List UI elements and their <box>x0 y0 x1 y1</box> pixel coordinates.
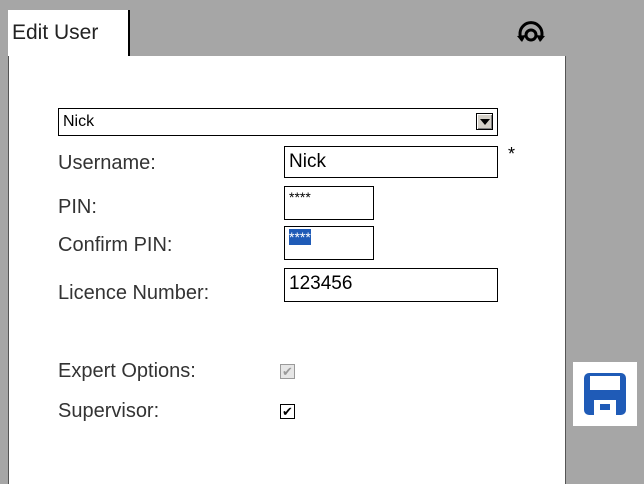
required-marker: * <box>508 144 516 164</box>
expert-options-label: Expert Options: <box>58 360 196 382</box>
user-select[interactable]: Nick <box>58 108 498 136</box>
save-button[interactable] <box>573 362 637 426</box>
chevron-down-icon[interactable] <box>476 113 493 130</box>
supervisor-label: Supervisor: <box>58 400 160 422</box>
licence-number-label: Licence Number: <box>58 282 210 304</box>
username-label: Username: <box>58 152 156 174</box>
user-select-value: Nick <box>63 113 95 130</box>
sync-icon[interactable] <box>512 18 550 50</box>
pin-field[interactable]: **** <box>284 186 374 220</box>
username-value: Nick <box>289 151 326 172</box>
tab-label: Edit User <box>12 21 99 44</box>
username-field[interactable]: Nick <box>284 146 498 178</box>
licence-number-field[interactable]: 123456 <box>284 268 498 302</box>
confirm-pin-label: Confirm PIN: <box>58 234 173 256</box>
confirm-pin-field[interactable]: **** <box>284 226 374 260</box>
expert-options-checkbox[interactable]: ✔ <box>280 364 295 379</box>
supervisor-checkbox[interactable]: ✔ <box>280 404 295 419</box>
title-bar: Edit User <box>0 0 566 56</box>
licence-number-value: 123456 <box>289 273 353 294</box>
pin-label: PIN: <box>58 196 97 218</box>
save-icon <box>584 373 626 415</box>
pin-value: **** <box>289 189 311 205</box>
tab-edit-user[interactable]: Edit User <box>8 10 130 56</box>
confirm-pin-value: **** <box>289 229 311 245</box>
